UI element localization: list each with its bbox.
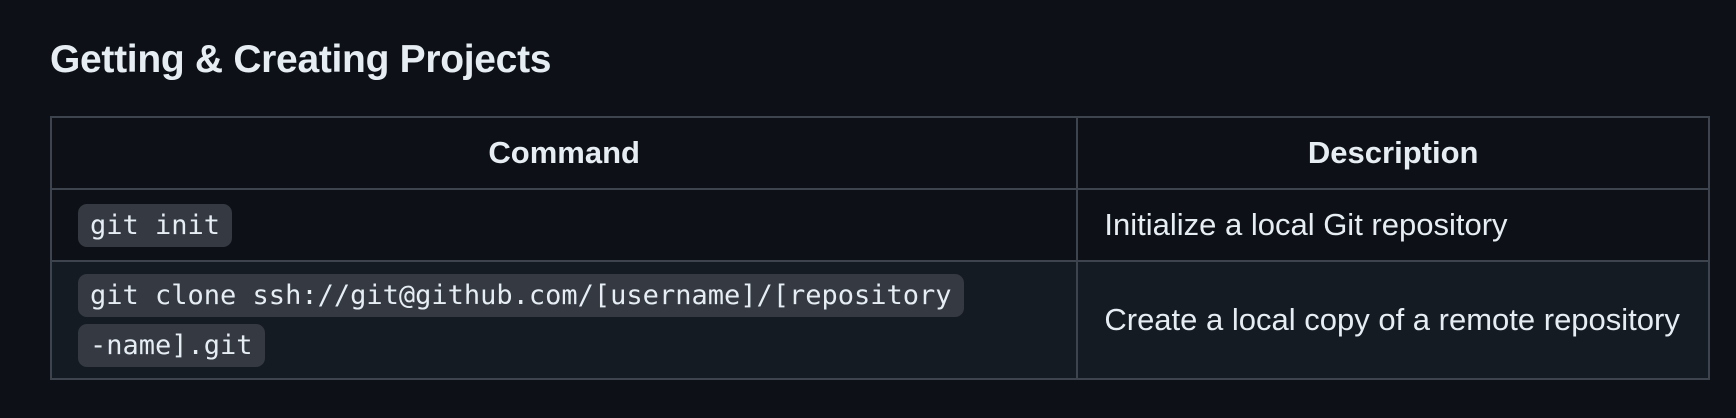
section-heading: Getting & Creating Projects: [50, 38, 552, 81]
description-column-header: Description: [1076, 116, 1710, 190]
command-column-header: Command: [49, 116, 1079, 190]
header-row: Command Description: [49, 116, 1710, 190]
command-cell: git init: [49, 188, 1079, 262]
command-code: git clone ssh://git@github.com/[username…: [78, 274, 964, 367]
table-row: git clone ssh://git@github.com/[username…: [49, 260, 1710, 380]
description-cell: Initialize a local Git repository: [1076, 188, 1710, 262]
command-code: git init: [78, 204, 233, 247]
table-header: Command Description: [49, 116, 1710, 190]
table-row: git init Initialize a local Git reposito…: [49, 188, 1710, 262]
commands-table: Command Description git init Initialize …: [49, 116, 1710, 380]
command-cell: git clone ssh://git@github.com/[username…: [49, 260, 1079, 380]
description-cell: Create a local copy of a remote reposito…: [1076, 260, 1710, 380]
command-wrap: git clone ssh://git@github.com/[username…: [78, 270, 964, 370]
page: Getting & Creating Projects Command Desc…: [0, 0, 1736, 418]
table-body: git init Initialize a local Git reposito…: [49, 188, 1710, 380]
